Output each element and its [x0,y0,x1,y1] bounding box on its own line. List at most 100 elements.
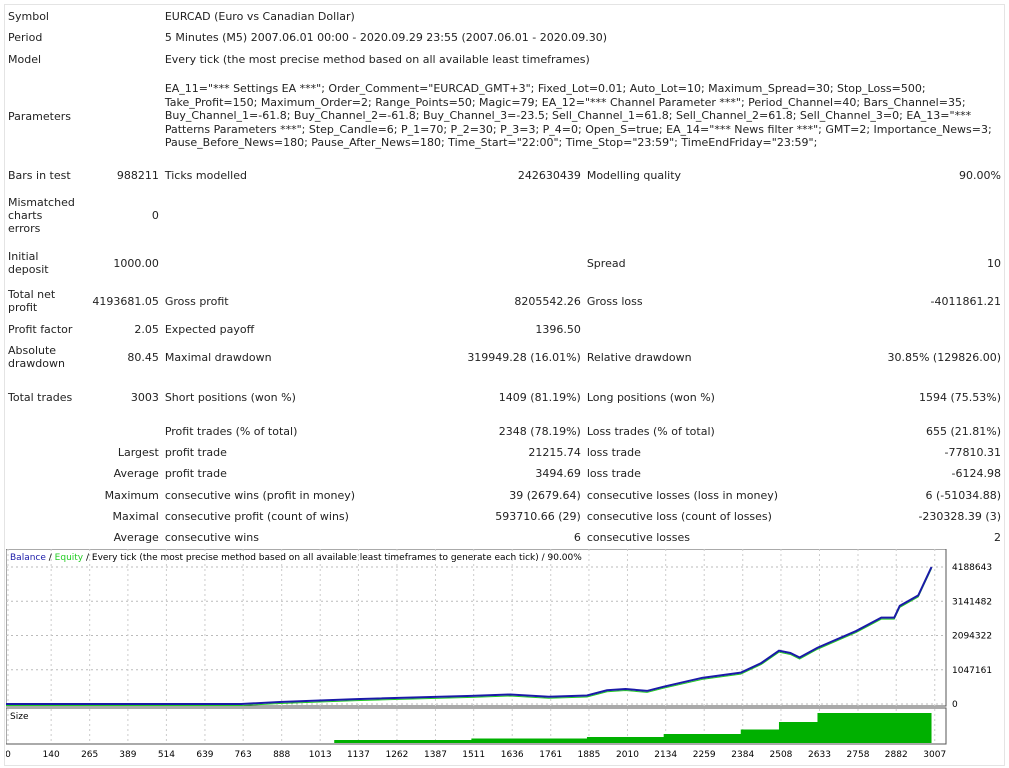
average-consec-label: Average [113,531,159,544]
largest-loss-value: -77810.31 [944,446,1001,459]
bars-value: 988211 [116,169,159,182]
maximal-drawdown-value: 319949.28 (16.01%) [467,350,581,364]
bars-label: Bars in test [8,169,71,182]
mismatch-value: 0 [151,209,159,222]
deposit-value: 1000.00 [113,256,159,270]
average-profit-value: 3494.69 [535,467,581,480]
x-tick-label: 265 [81,750,98,760]
long-positions-value: 1594 (75.53%) [918,390,1001,404]
model-label: Model [8,52,42,66]
average-loss-value: -6124.98 [951,467,1001,480]
model-value: Every tick (the most precise method base… [164,52,590,66]
largest-profit-label: profit trade [164,446,227,459]
absolute-drawdown-value: 80.45 [127,350,159,364]
x-tick-label: 888 [273,750,290,760]
profit-trades-label: Profit trades (% of total) [164,424,298,438]
y-tick-label: 2094322 [952,632,992,642]
symbol-value: EURCAD (Euro vs Canadian Dollar) [164,9,355,23]
size-label: Size [10,712,29,722]
y-tick-label: 1047161 [952,666,992,676]
period-value: 5 Minutes (M5) 2007.06.01 00:00 - 2020.0… [164,31,608,44]
gross-profit-value: 8205542.26 [514,294,581,308]
x-tick-label: 0 [6,750,11,760]
long-positions-label: Long positions (won %) [586,390,715,404]
largest-profit-value: 21215.74 [528,446,581,459]
relative-drawdown-value: 30.85% (129826.00) [887,350,1001,364]
max-consec-profit-label: consecutive profit (count of wins) [164,510,349,523]
profit-factor-value: 2.05 [134,322,159,336]
x-tick-label: 1262 [385,750,408,760]
parameters-label: Parameters [8,109,71,123]
legend-balance: Balance [10,553,46,563]
x-tick-label: 1511 [462,750,485,760]
total-trades-value: 3003 [130,390,159,404]
maximal-drawdown-label: Maximal drawdown [164,350,272,364]
max-consec-wins-value: 39 (2679.64) [509,488,581,502]
max-consec-profit-value: 593710.66 (29) [495,510,581,523]
maximal-label: Maximal [112,510,159,523]
avg-consec-wins-label: consecutive wins [164,531,259,544]
max-consec-wins-label: consecutive wins (profit in money) [164,488,356,502]
max-consec-losses-label: consecutive losses (loss in money) [586,488,779,502]
x-tick-label: 763 [235,750,252,760]
y-tick-label: 3141482 [952,597,992,607]
symbol-label: Symbol [8,9,49,23]
largest-label: Largest [117,446,159,459]
loss-trades-value: 655 (21.81%) [925,424,1001,438]
legend-equity: Equity [55,553,84,563]
deposit-label: Initial deposit [8,250,49,276]
expected-payoff-label: Expected payoff [164,322,255,336]
net-profit-label: Total net profit [8,288,56,314]
report-table: Symbol EURCAD (Euro vs Canadian Dollar) P… [5,5,1004,548]
average-profit-label: profit trade [164,467,227,480]
x-tick-label: 2134 [654,750,677,760]
profit-trades-value: 2348 (78.19%) [498,424,581,438]
gross-loss-value: -4011861.21 [930,294,1001,308]
chart-legend: Balance / Equity / Every tick (the most … [10,553,582,563]
balance-panel [6,549,947,707]
x-tick-label: 1137 [347,750,370,760]
x-tick-label: 2384 [731,750,754,760]
quality-label: Modelling quality [586,169,682,182]
mismatch-label: Mismatched charts errors [8,196,75,235]
period-label: Period [8,31,43,44]
x-tick-label: 140 [43,750,60,760]
net-profit-value: 4193681.05 [92,294,159,308]
parameters-value: EA_11="*** Settings EA ***"; Order_Comme… [164,82,992,150]
balance-chart: Balance / Equity / Every tick (the most … [6,549,992,760]
x-tick-label: 639 [196,750,213,760]
max-consec-loss-label: consecutive loss (count of losses) [586,510,772,523]
x-tick-label: 2633 [808,750,831,760]
largest-loss-label: loss trade [586,446,641,459]
legend-sep: / [46,553,55,563]
x-tick-label: 3007 [923,750,946,760]
x-tick-label: 2259 [693,750,716,760]
x-tick-label: 2882 [885,750,908,760]
avg-consec-wins-value: 6 [573,531,581,544]
max-consec-loss-value: -230328.39 (3) [918,510,1001,523]
x-tick-label: 1387 [424,750,447,760]
x-tick-label: 514 [158,750,175,760]
x-tick-label: 2010 [616,750,639,760]
x-tick-label: 389 [119,750,136,760]
average-loss-label: loss trade [586,467,641,480]
ticks-label: Ticks modelled [164,169,247,182]
x-tick-label: 2758 [847,750,870,760]
gross-profit-label: Gross profit [164,294,229,308]
quality-value: 90.00% [959,169,1001,182]
avg-consec-losses-label: consecutive losses [586,531,690,544]
y-tick-label: 0 [952,700,958,710]
spread-label: Spread [586,256,626,270]
x-tick-label: 1885 [577,750,600,760]
profit-factor-label: Profit factor [8,322,73,336]
x-tick-label: 1761 [539,750,562,760]
spread-value: 10 [987,256,1001,270]
short-positions-value: 1409 (81.19%) [498,390,581,404]
absolute-drawdown-label: Absolute drawdown [8,344,65,370]
x-tick-label: 1013 [309,750,332,760]
average-label: Average [113,467,159,480]
strategy-tester-report: Symbol EURCAD (Euro vs Canadian Dollar) P… [4,4,1005,766]
x-tick-label: 1636 [501,750,524,760]
relative-drawdown-label: Relative drawdown [586,350,692,364]
short-positions-label: Short positions (won %) [164,390,296,404]
